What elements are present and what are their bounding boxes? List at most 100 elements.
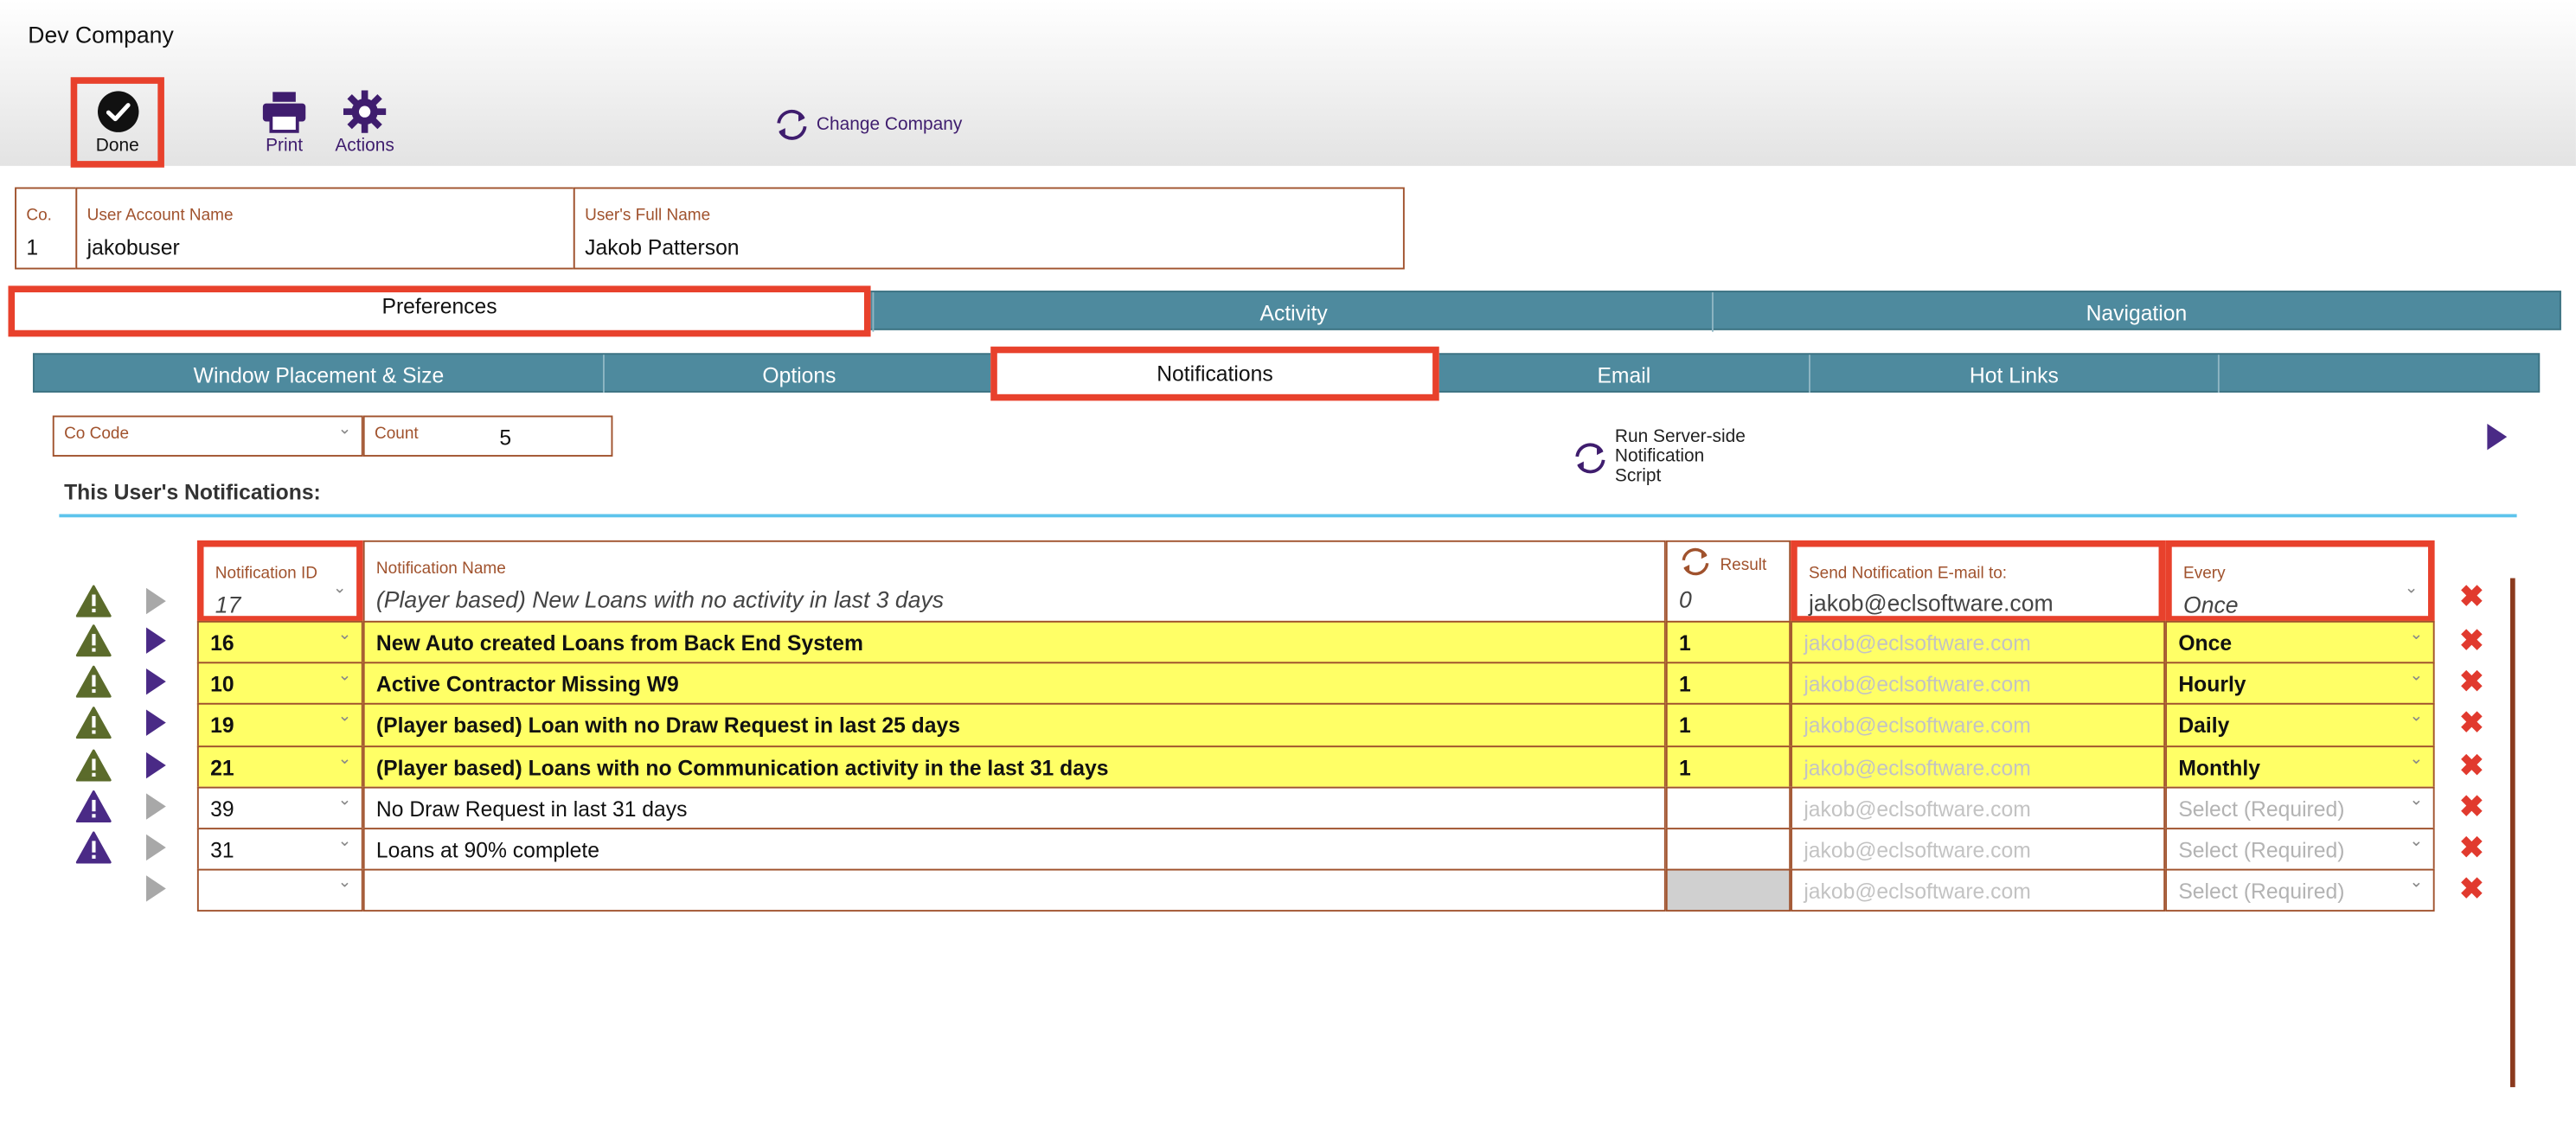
notification-name-cell[interactable]: Loans at 90% complete — [362, 828, 1666, 871]
cell-value: New Auto created Loans from Back End Sys… — [375, 630, 863, 656]
email-cell[interactable]: jakob@eclsoftware.com — [1791, 786, 2166, 830]
notification-name-cell[interactable]: (Player based) Loans with no Communicati… — [362, 745, 1666, 789]
cell-value: Monthly — [2178, 754, 2260, 780]
every-select[interactable]: Select (Required) ⌄ — [2165, 828, 2435, 871]
actions-button[interactable]: Actions — [330, 90, 400, 156]
notification-name-cell[interactable]: No Draw Request in last 31 days — [362, 786, 1666, 830]
every-select[interactable]: Hourly ⌄ — [2165, 662, 2435, 706]
email-cell[interactable]: jakob@eclsoftware.com — [1791, 620, 2166, 664]
email-cell[interactable]: jakob@eclsoftware.com — [1791, 703, 2166, 747]
cell-value: Loans at 90% complete — [375, 837, 599, 863]
co-code-label: Co Code — [64, 425, 130, 444]
chevron-down-icon: ⌄ — [337, 791, 352, 809]
cell-value: Hourly — [2178, 672, 2246, 697]
delete-icon[interactable]: ✖ — [2459, 790, 2484, 824]
cell-value: 0 — [1678, 586, 1692, 613]
tab-email[interactable]: Email — [1439, 355, 1810, 393]
play-icon[interactable] — [144, 750, 168, 779]
notification-id-cell[interactable]: 21 ⌄ — [196, 745, 363, 789]
column-label: Every — [2183, 565, 2226, 584]
play-icon[interactable] — [144, 626, 168, 656]
notification-name-cell[interactable]: New Auto created Loans from Back End Sys… — [362, 620, 1666, 664]
delete-icon[interactable]: ✖ — [2459, 579, 2484, 614]
notification-id-cell[interactable]: ⌄ — [196, 869, 363, 912]
play-icon[interactable] — [144, 874, 168, 904]
delete-icon[interactable]: ✖ — [2459, 624, 2484, 659]
every-select[interactable]: Select (Required) ⌄ — [2165, 869, 2435, 912]
delete-icon[interactable]: ✖ — [2459, 748, 2484, 783]
notification-name-cell[interactable] — [362, 869, 1666, 912]
co-code-select[interactable]: Co Code ⌄ — [52, 415, 363, 457]
result-cell[interactable]: Result 0 — [1665, 540, 1791, 623]
delete-icon[interactable]: ✖ — [2459, 707, 2484, 741]
tab-activity[interactable]: Activity — [872, 292, 1713, 332]
cell-value: Once — [2178, 630, 2233, 656]
delete-icon[interactable]: ✖ — [2459, 831, 2484, 866]
cell-value: (Player based) Loans with no Communicati… — [375, 754, 1109, 780]
play-icon[interactable] — [144, 708, 168, 738]
tab-preferences[interactable]: Preferences — [8, 285, 871, 337]
cell-value: Select (Required) — [2178, 879, 2345, 904]
co-field[interactable]: Co. 1 — [15, 187, 78, 270]
notification-id-cell[interactable]: Notification ID 17 ⌄ — [196, 540, 363, 623]
notification-name-cell[interactable]: (Player based) Loan with no Draw Request… — [362, 703, 1666, 747]
notification-name-cell[interactable]: Active Contractor Missing W9 — [362, 662, 1666, 706]
play-icon[interactable] — [144, 667, 168, 696]
email-cell[interactable]: jakob@eclsoftware.com — [1791, 662, 2166, 706]
notification-id-cell[interactable]: 10 ⌄ — [196, 662, 363, 706]
done-button[interactable]: Done — [70, 77, 164, 168]
print-button[interactable]: Print — [250, 90, 319, 156]
tab-notifications[interactable]: Notifications — [990, 346, 1439, 401]
play-icon[interactable] — [2485, 422, 2509, 451]
result-cell[interactable] — [1665, 869, 1791, 912]
email-cell[interactable]: jakob@eclsoftware.com — [1791, 869, 2166, 912]
chevron-down-icon: ⌄ — [2409, 873, 2424, 892]
cell-value: 17 — [215, 591, 241, 618]
play-icon[interactable] — [144, 833, 168, 862]
scrollbar[interactable] — [2509, 578, 2515, 1088]
cell-value: jakob@eclsoftware.com — [1804, 837, 2031, 863]
warning-icon — [75, 666, 112, 699]
email-cell[interactable]: Send Notification E-mail to: jakob@eclsof… — [1791, 540, 2166, 623]
notification-id-cell[interactable]: 31 ⌄ — [196, 828, 363, 871]
result-cell[interactable] — [1665, 828, 1791, 871]
result-cell[interactable]: 1 — [1665, 662, 1791, 706]
full-name-field[interactable]: User's Full Name Jakob Patterson — [573, 187, 1405, 270]
email-cell[interactable]: jakob@eclsoftware.com — [1791, 828, 2166, 871]
play-icon[interactable] — [144, 586, 168, 616]
delete-icon[interactable]: ✖ — [2459, 666, 2484, 700]
notification-id-cell[interactable]: 39 ⌄ — [196, 786, 363, 830]
notification-name-cell[interactable]: Notification Name (Player based) New Loan… — [362, 540, 1666, 623]
every-select[interactable]: Once ⌄ — [2165, 620, 2435, 664]
result-cell[interactable]: 1 — [1665, 620, 1791, 664]
delete-icon[interactable]: ✖ — [2459, 873, 2484, 907]
tab-options[interactable]: Options — [605, 355, 996, 393]
every-select[interactable]: Monthly ⌄ — [2165, 745, 2435, 789]
tab-hot-links[interactable]: Hot Links — [1810, 355, 2220, 393]
every-select[interactable]: Daily ⌄ — [2165, 703, 2435, 747]
refresh-icon — [777, 109, 807, 140]
warning-icon — [75, 624, 112, 657]
result-cell[interactable]: 1 — [1665, 745, 1791, 789]
run-script-button[interactable]: Run Server-side Notification Script — [1573, 427, 1746, 486]
change-company-button[interactable]: Change Company — [774, 108, 962, 141]
actions-label: Actions — [335, 136, 394, 157]
refresh-icon[interactable] — [1679, 547, 1712, 576]
cell-value: Daily — [2178, 713, 2230, 739]
every-select[interactable]: Select (Required) ⌄ — [2165, 786, 2435, 830]
every-select[interactable]: Every Once ⌄ — [2165, 540, 2435, 623]
notification-id-cell[interactable]: 16 ⌄ — [196, 620, 363, 664]
account-name-field[interactable]: User Account Name jakobuser — [75, 187, 575, 270]
result-cell[interactable]: 1 — [1665, 703, 1791, 747]
play-icon[interactable] — [144, 791, 168, 821]
notification-id-cell[interactable]: 19 ⌄ — [196, 703, 363, 747]
result-cell[interactable] — [1665, 786, 1791, 830]
full-name-value: Jakob Patterson — [585, 234, 740, 260]
warning-icon — [75, 790, 112, 822]
chevron-down-icon: ⌄ — [2404, 579, 2419, 598]
tab-window-placement[interactable]: Window Placement & Size — [35, 355, 605, 393]
tab-navigation[interactable]: Navigation — [1711, 292, 2560, 332]
section-divider — [59, 514, 2517, 518]
column-label: Notification Name — [375, 560, 506, 579]
email-cell[interactable]: jakob@eclsoftware.com — [1791, 745, 2166, 789]
